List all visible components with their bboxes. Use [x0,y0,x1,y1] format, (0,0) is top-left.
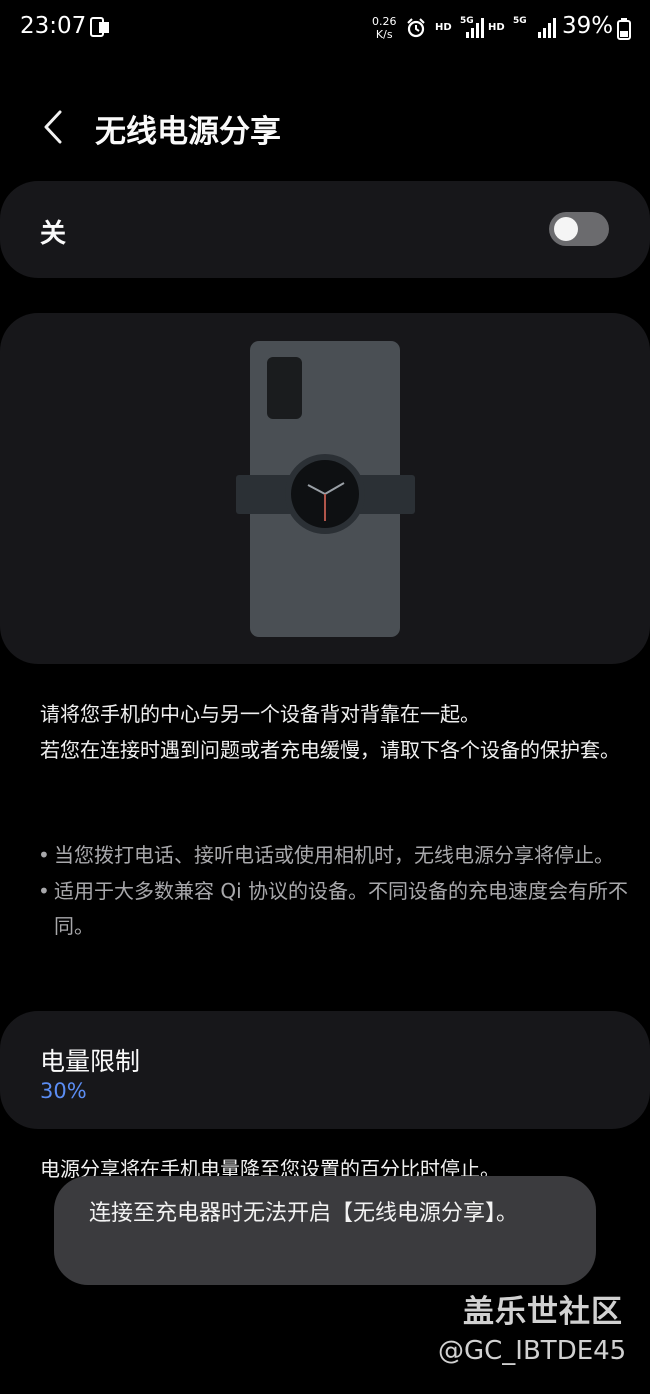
toast-message: 连接至充电器时无法开启【无线电源分享】。 [54,1176,596,1285]
instruction-line-2: 若您在连接时遇到问题或者充电缓慢，请取下各个设备的保护套。 [40,738,620,762]
battery-percent: 39% [562,13,614,39]
battery-limit-setting[interactable]: 电量限制 30% [0,1011,650,1129]
5g-label-2: 5G [513,16,527,26]
status-time: 23:07 [20,13,87,39]
instruction-text: 请将您手机的中心与另一个设备背对背靠在一起。 若您在连接时遇到问题或者充电缓慢，… [40,696,630,768]
note-text: 适用于大多数兼容 Qi 协议的设备。不同设备的充电速度会有所不同。 [54,879,629,938]
back-arrow-icon[interactable] [38,108,70,146]
note-item: • 当您拨打电话、接听电话或使用相机时，无线电源分享将停止。 [38,838,628,873]
bullet: • [38,843,50,867]
instruction-line-1: 请将您手机的中心与另一个设备背对背靠在一起。 [40,702,480,726]
toggle-state-label: 关 [40,219,67,249]
watermark-community: 盖乐世社区 [463,1294,623,1330]
illustration-card [0,313,650,664]
hd-label-2: HD [488,22,505,33]
signal-icon [466,18,484,38]
watermark-user: @GC_IBTDE45 [438,1336,627,1366]
note-item: • 适用于大多数兼容 Qi 协议的设备。不同设备的充电速度会有所不同。 [38,874,628,944]
signal-icon-2 [538,18,556,38]
network-speed: 0.26 K/s [372,15,397,41]
bullet: • [38,879,50,903]
page-title: 无线电源分享 [95,114,281,150]
hd-label: HD [435,22,452,33]
alarm-icon [407,18,425,38]
battery-icon [617,18,631,40]
battery-limit-value: 30% [40,1079,87,1103]
notification-icon [90,17,109,37]
battery-limit-title: 电量限制 [40,1047,141,1076]
phone-watch-illustration [236,341,415,637]
toast-text: 连接至充电器时无法开启【无线电源分享】。 [89,1201,519,1226]
power-share-switch[interactable] [549,212,609,246]
camera-module [267,357,302,419]
status-bar: 23:07 0.26 K/s HD 5G HD 5G 39% [0,0,650,58]
notes-list: • 当您拨打电话、接听电话或使用相机时，无线电源分享将停止。 • 适用于大多数兼… [38,838,628,945]
power-share-toggle-row[interactable]: 关 [0,181,650,278]
note-text: 当您拨打电话、接听电话或使用相机时，无线电源分享将停止。 [54,843,614,867]
switch-knob [554,217,578,241]
